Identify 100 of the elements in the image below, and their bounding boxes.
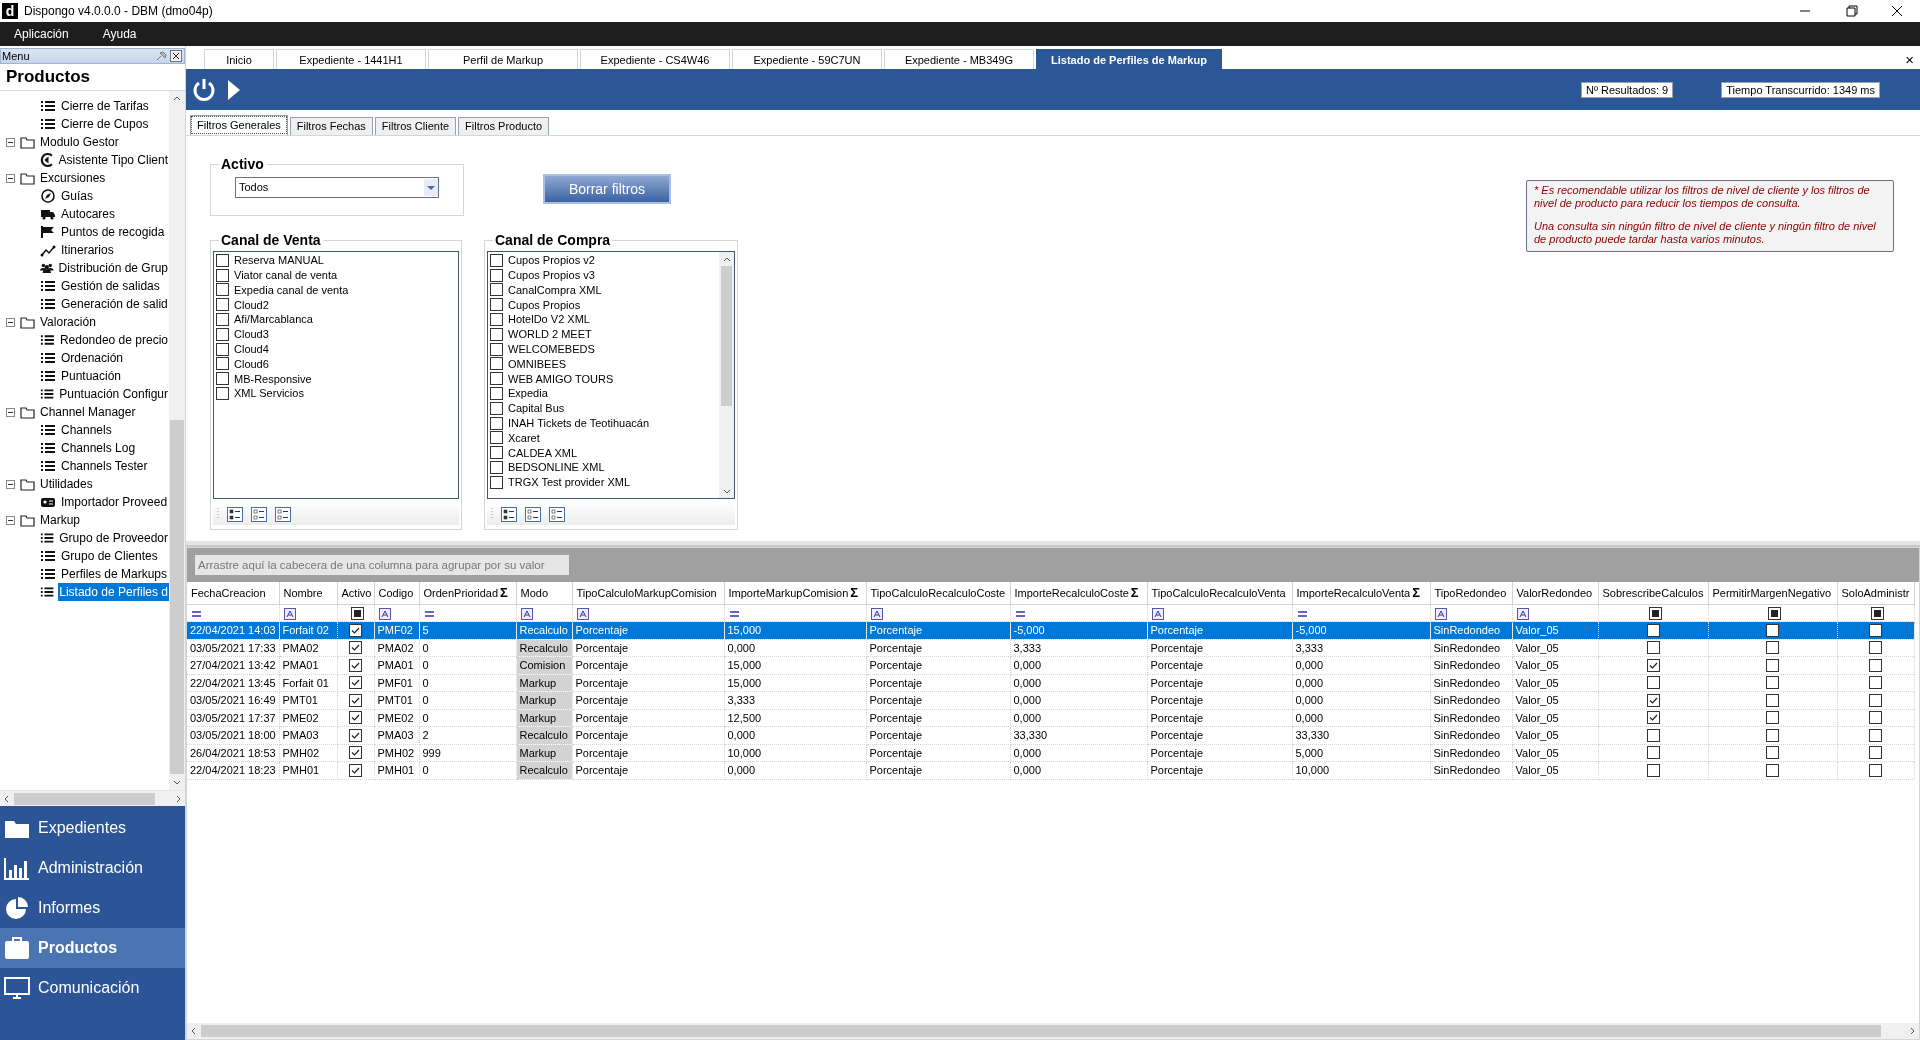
document-tab[interactable]: Inicio	[204, 49, 274, 69]
table-row[interactable]: 03/05/2021 17:37 PME02 PME02 0 Markup Porcentaje 12,500 Porcentaje 0,000 Porcentaje 0,000 SinRedondeo Valor_05	[187, 709, 1914, 727]
clear-filters-button[interactable]: Borrar filtros	[543, 174, 671, 204]
table-row[interactable]: 03/05/2021 16:49 PMT01 PMT01 0 Markup Porcentaje 3,333 Porcentaje 0,000 Porcentaje 0,000 SinRedondeo Valor_05	[187, 691, 1914, 709]
checkbox[interactable]	[490, 313, 503, 327]
table-row[interactable]: 22/04/2021 13:45 Forfait 01 PMF01 0 Markup Porcentaje 15,000 Porcentaje 0,000 Porcentaje 0,000 SinRedondeo Valor_05	[187, 674, 1914, 692]
checkbox[interactable]	[1869, 641, 1882, 655]
checkbox[interactable]	[490, 387, 503, 401]
play-icon[interactable]	[226, 78, 242, 102]
checkbox[interactable]	[1766, 728, 1779, 742]
checkbox[interactable]	[1646, 728, 1660, 742]
tree-item[interactable]: Channels Log	[60, 439, 137, 457]
tree-item[interactable]: Grupo de Clientes	[60, 547, 159, 565]
checkbox[interactable]	[216, 342, 229, 356]
tree-item[interactable]: Puntuación Configur	[58, 385, 169, 403]
table-row[interactable]: 03/05/2021 18:00 PMA03 PMA03 2 Recalculo Porcentaje 0,000 Porcentaje 33,330 Porcentaje 33,330 SinRedondeo Valor_05	[187, 726, 1914, 744]
checkbox[interactable]	[1646, 711, 1660, 725]
column-header[interactable]: TipoCalculoMarkupComision	[572, 582, 724, 604]
power-icon[interactable]	[192, 77, 216, 103]
collapse-icon[interactable]	[6, 317, 15, 327]
checkbox[interactable]	[490, 253, 503, 267]
checkbox[interactable]	[349, 763, 362, 777]
horizontal-scrollbar[interactable]	[187, 1023, 1919, 1039]
checkbox[interactable]	[216, 357, 229, 371]
tree-folder[interactable]: Markup	[40, 511, 80, 529]
column-header[interactable]: FechaCreacion	[187, 582, 279, 604]
tree-item[interactable]: Ordenación	[60, 349, 125, 367]
text-filter-icon[interactable]	[1151, 607, 1164, 620]
tree-folder[interactable]: Valoración	[40, 313, 96, 331]
activo-dropdown[interactable]: Todos	[235, 177, 439, 198]
checkbox[interactable]	[490, 327, 503, 341]
nav-item[interactable]: Informes	[0, 888, 185, 928]
table-row[interactable]: 03/05/2021 17:33 PMA02 PMA02 0 Recalculo Porcentaje 0,000 Porcentaje 3,333 Porcentaje 3,333 SinRedondeo Valor_05	[187, 639, 1914, 657]
tree-folder[interactable]: Excursiones	[40, 169, 106, 187]
menu-item[interactable]: Aplicación	[14, 25, 69, 43]
invert-selection-icon[interactable]	[275, 506, 291, 522]
checkbox[interactable]	[216, 327, 229, 341]
tree-item[interactable]: Grupo de Proveedor	[58, 529, 169, 547]
nav-item[interactable]: Productos	[0, 928, 185, 968]
equals-filter-icon[interactable]	[423, 608, 435, 619]
checkbox[interactable]	[349, 728, 362, 742]
tree-item[interactable]: Gestión de salidas	[60, 277, 161, 295]
checkbox-filter-icon[interactable]	[1768, 607, 1781, 621]
checkbox[interactable]	[349, 658, 362, 672]
checkbox[interactable]	[490, 357, 503, 371]
checkbox[interactable]	[490, 431, 503, 445]
column-header[interactable]: Activo	[337, 582, 374, 604]
sum-icon[interactable]: Σ	[1130, 583, 1139, 603]
text-filter-icon[interactable]	[1516, 607, 1529, 620]
text-filter-icon[interactable]	[1434, 607, 1447, 620]
tree-item[interactable]: Asistente Tipo Client	[57, 151, 169, 169]
checkbox[interactable]	[490, 342, 503, 356]
text-filter-icon[interactable]	[378, 607, 391, 620]
checkbox[interactable]	[1869, 676, 1882, 690]
checkbox[interactable]	[1766, 763, 1779, 777]
column-header[interactable]: ValorRedondeo	[1512, 582, 1598, 604]
tree-item[interactable]: Perfiles de Markups	[60, 565, 169, 583]
checkbox[interactable]	[1766, 693, 1779, 707]
collapse-icon[interactable]	[6, 479, 15, 489]
checkbox-filter-icon[interactable]	[1648, 607, 1662, 621]
checkbox[interactable]	[216, 298, 229, 312]
tree-item[interactable]: Guías	[60, 187, 94, 205]
checkbox[interactable]	[349, 641, 362, 655]
checkbox[interactable]	[1869, 728, 1882, 742]
vertical-scrollbar[interactable]	[719, 252, 734, 498]
checkbox[interactable]	[349, 711, 362, 725]
checkbox[interactable]	[1766, 623, 1779, 637]
equals-filter-icon[interactable]	[1296, 608, 1308, 619]
checkbox[interactable]	[1766, 641, 1779, 655]
invert-selection-icon[interactable]	[549, 506, 565, 522]
checkbox[interactable]	[490, 461, 503, 475]
tree-item[interactable]: Cierre de Cupos	[60, 115, 150, 133]
document-tab[interactable]: Expediente - MB349G	[884, 49, 1034, 69]
checkbox[interactable]	[216, 283, 229, 297]
equals-filter-icon[interactable]	[1014, 608, 1026, 619]
column-header[interactable]: ImporteMarkupComisionΣ	[724, 582, 866, 604]
column-header[interactable]: ImporteRecalculoCosteΣ	[1010, 582, 1147, 604]
close-icon[interactable]	[170, 50, 182, 62]
select-all-icon[interactable]	[227, 506, 243, 522]
column-header[interactable]: PermitirMargenNegativo	[1708, 582, 1837, 604]
tree-folder[interactable]: Modulo Gestor	[40, 133, 119, 151]
equals-filter-icon[interactable]	[191, 608, 202, 619]
select-all-icon[interactable]	[501, 506, 517, 522]
checkbox[interactable]	[1766, 746, 1779, 760]
collapse-icon[interactable]	[6, 173, 15, 183]
checkbox[interactable]	[349, 746, 362, 760]
checkbox[interactable]	[349, 693, 362, 707]
checkbox-filter-icon[interactable]	[351, 607, 364, 621]
tree-item[interactable]: Importador Proveed	[60, 493, 169, 511]
checkbox[interactable]	[490, 416, 503, 430]
tree-item[interactable]: Autocares	[60, 205, 117, 223]
document-tab[interactable]: Expediente - CS4W46	[580, 49, 730, 69]
nav-item[interactable]: Comunicación	[0, 968, 185, 1008]
checkbox[interactable]	[216, 268, 229, 282]
checkbox[interactable]	[1869, 711, 1882, 725]
table-row[interactable]: 27/04/2021 13:42 PMA01 PMA01 0 Comision Porcentaje 15,000 Porcentaje 0,000 Porcentaje 0,000 SinRedondeo Valor_05	[187, 656, 1914, 674]
text-filter-icon[interactable]	[520, 607, 533, 620]
document-tab[interactable]: Expediente - 1441H1	[276, 49, 426, 69]
tree-item[interactable]: Itinerarios	[60, 241, 115, 259]
checkbox[interactable]	[1766, 711, 1779, 725]
